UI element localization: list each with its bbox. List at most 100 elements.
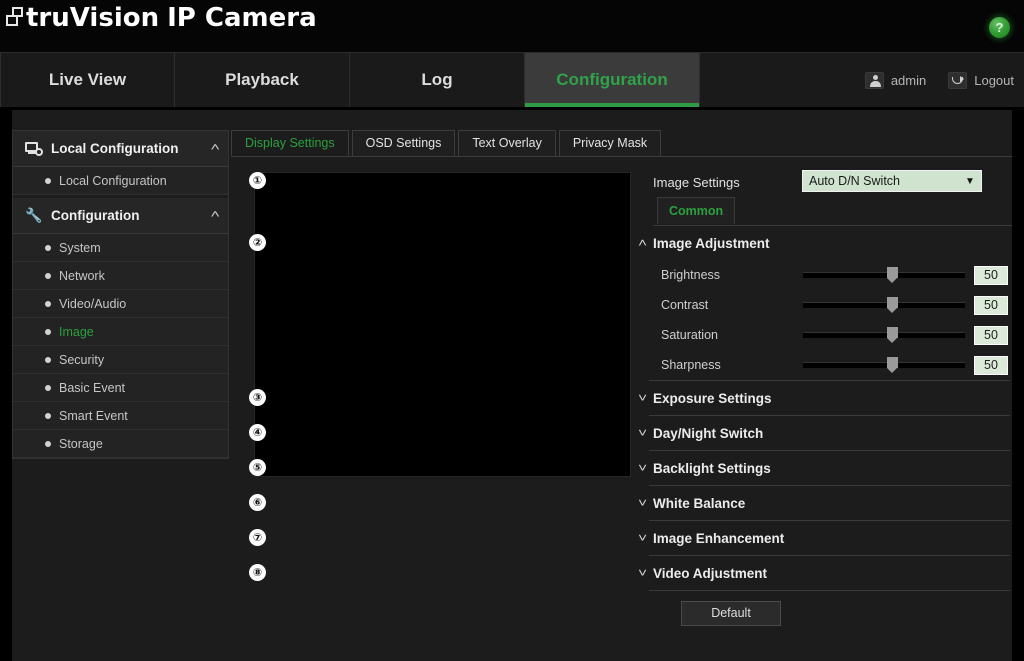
tab-display-settings[interactable]: Display Settings bbox=[231, 130, 349, 156]
callout-3: ③ bbox=[249, 389, 266, 406]
slider-track-brightness[interactable] bbox=[803, 267, 965, 283]
sidebar-item-basic-event[interactable]: Basic Event bbox=[13, 374, 228, 402]
sidebar-item-label: Basic Event bbox=[59, 380, 126, 395]
callout-2: ② bbox=[249, 234, 266, 251]
slider-row-saturation: Saturation 50 bbox=[633, 320, 1012, 350]
sidebar-group-label-configuration: Configuration bbox=[51, 208, 140, 223]
monitor-gear-icon bbox=[25, 141, 43, 156]
sidebar-item-security[interactable]: Security bbox=[13, 346, 228, 374]
bullet-icon bbox=[45, 328, 51, 335]
callout-1: ① bbox=[249, 172, 266, 189]
content-panel: Display Settings OSD Settings Text Overl… bbox=[231, 130, 1012, 661]
slider-label-saturation: Saturation bbox=[661, 328, 718, 342]
section-video-adjustment[interactable]: ⑧ ˅ Video Adjustment bbox=[249, 556, 1012, 590]
section-white-balance[interactable]: ⑥ ˅ White Balance bbox=[249, 486, 1012, 520]
section-image-adjustment[interactable]: ② ˄ Image Adjustment bbox=[249, 226, 1012, 260]
sidebar-item-storage[interactable]: Storage bbox=[13, 430, 228, 458]
user-icon bbox=[864, 71, 884, 89]
help-icon[interactable]: ? bbox=[989, 17, 1010, 38]
chevron-up-icon[interactable]: ˄ bbox=[210, 143, 220, 154]
logout-button[interactable]: Logout bbox=[948, 71, 1014, 89]
logout-label: Logout bbox=[974, 72, 1014, 88]
section-title: Day/Night Switch bbox=[653, 425, 764, 441]
nav-tab-log[interactable]: Log bbox=[350, 53, 525, 107]
sidebar-group-local-configuration[interactable]: Local Configuration ˄ bbox=[13, 131, 228, 167]
chevron-down-icon: ˅ bbox=[637, 496, 648, 510]
bullet-icon bbox=[45, 440, 51, 447]
nav-tab-playback[interactable]: Playback bbox=[175, 53, 350, 107]
callout-4: ④ bbox=[249, 424, 266, 441]
nav-tab-configuration[interactable]: Configuration bbox=[525, 53, 700, 107]
section-title: Image Enhancement bbox=[653, 530, 785, 546]
sidebar-item-label: Image bbox=[59, 324, 94, 339]
slider-value-contrast[interactable]: 50 bbox=[974, 295, 1008, 315]
sidebar-item-video-audio[interactable]: Video/Audio bbox=[13, 290, 228, 318]
workspace: Local Configuration ˄ Local Configuratio… bbox=[12, 110, 1012, 661]
slider-track-contrast[interactable] bbox=[803, 297, 965, 313]
image-settings-select[interactable]: Auto D/N Switch ▼ bbox=[802, 170, 982, 192]
sidebar-item-network[interactable]: Network bbox=[13, 262, 228, 290]
chevron-up-icon: ˄ bbox=[637, 236, 648, 250]
tab-common[interactable]: Common bbox=[657, 197, 736, 224]
section-backlight-settings[interactable]: ⑤ ˅ Backlight Settings bbox=[249, 451, 1012, 485]
sidebar-item-image[interactable]: Image bbox=[13, 318, 228, 346]
section-title: Backlight Settings bbox=[653, 460, 771, 476]
section-exposure-settings[interactable]: ③ ˅ Exposure Settings bbox=[249, 381, 1012, 415]
live-video-preview[interactable] bbox=[254, 172, 631, 477]
chevron-down-icon: ˅ bbox=[637, 531, 648, 545]
sidebar-item-smart-event[interactable]: Smart Event bbox=[13, 402, 228, 430]
slider-value-brightness[interactable]: 50 bbox=[974, 265, 1008, 285]
callout-7: ⑦ bbox=[249, 529, 266, 546]
slider-thumb-brightness[interactable] bbox=[887, 267, 899, 283]
tab-privacy-mask[interactable]: Privacy Mask bbox=[558, 130, 662, 156]
chevron-down-icon: ˅ bbox=[637, 391, 648, 405]
brand-bar: truVision IP Camera ? bbox=[0, 0, 1024, 52]
wrench-icon: 🔧 bbox=[25, 207, 43, 223]
display-settings-form: ① Image Settings Auto D/N Switch ▼ Commo… bbox=[249, 167, 1012, 635]
slider-value-saturation[interactable]: 50 bbox=[974, 325, 1008, 345]
section-title: Exposure Settings bbox=[653, 390, 772, 406]
chevron-down-icon: ▼ bbox=[965, 175, 975, 187]
slider-track-saturation[interactable] bbox=[803, 327, 965, 343]
sidebar-item-label: Video/Audio bbox=[59, 296, 127, 311]
sidebar-item-local-configuration[interactable]: Local Configuration bbox=[13, 167, 228, 195]
tab-text-overlay[interactable]: Text Overlay bbox=[458, 130, 556, 156]
sidebar-group-configuration[interactable]: 🔧 Configuration ˄ bbox=[13, 198, 228, 234]
current-user[interactable]: admin bbox=[864, 71, 926, 89]
camera-web-ui: truVision IP Camera ? Live View Playback … bbox=[0, 0, 1024, 661]
main-navigation: Live View Playback Log Configuration adm… bbox=[0, 52, 1024, 107]
slider-thumb-sharpness[interactable] bbox=[887, 357, 899, 373]
slider-track-sharpness[interactable] bbox=[803, 357, 965, 373]
brand-title-part1: truVision bbox=[26, 3, 160, 33]
image-settings-select-value: Auto D/N Switch bbox=[809, 174, 901, 188]
section-title: Video Adjustment bbox=[653, 565, 768, 581]
slider-value-sharpness[interactable]: 50 bbox=[974, 355, 1008, 375]
slider-thumb-contrast[interactable] bbox=[887, 297, 899, 313]
slider-row-contrast: Contrast 50 bbox=[633, 290, 1012, 320]
tab-osd-settings[interactable]: OSD Settings bbox=[351, 130, 456, 156]
callout-6: ⑥ bbox=[249, 494, 266, 511]
bullet-icon bbox=[45, 356, 51, 363]
callout-8: ⑧ bbox=[249, 564, 266, 581]
default-button[interactable]: Default bbox=[681, 600, 781, 626]
content-tab-list: Display Settings OSD Settings Text Overl… bbox=[231, 130, 1012, 157]
section-title: White Balance bbox=[653, 495, 746, 511]
section-day-night-switch[interactable]: ④ ˅ Day/Night Switch bbox=[249, 416, 1012, 450]
slider-label-brightness: Brightness bbox=[661, 268, 721, 282]
bullet-icon bbox=[45, 384, 51, 391]
sidebar-item-system[interactable]: System bbox=[13, 234, 228, 262]
nav-tab-live-view[interactable]: Live View bbox=[0, 53, 175, 107]
slider-row-sharpness: Sharpness 50 bbox=[633, 350, 1012, 380]
common-tab-bar: Common bbox=[653, 197, 1012, 226]
sidebar-item-label: Network bbox=[59, 268, 105, 283]
slider-label-contrast: Contrast bbox=[661, 298, 709, 312]
section-title: Image Adjustment bbox=[653, 235, 770, 251]
sidebar-item-label: Storage bbox=[59, 436, 103, 451]
chevron-up-icon[interactable]: ˄ bbox=[210, 210, 220, 221]
slider-label-sharpness: Sharpness bbox=[661, 358, 721, 372]
chevron-down-icon: ˅ bbox=[637, 426, 648, 440]
image-settings-label: Image Settings bbox=[653, 174, 740, 190]
bullet-icon bbox=[45, 272, 51, 279]
section-image-enhancement[interactable]: ⑦ ˅ Image Enhancement bbox=[249, 521, 1012, 555]
slider-thumb-saturation[interactable] bbox=[887, 327, 899, 343]
